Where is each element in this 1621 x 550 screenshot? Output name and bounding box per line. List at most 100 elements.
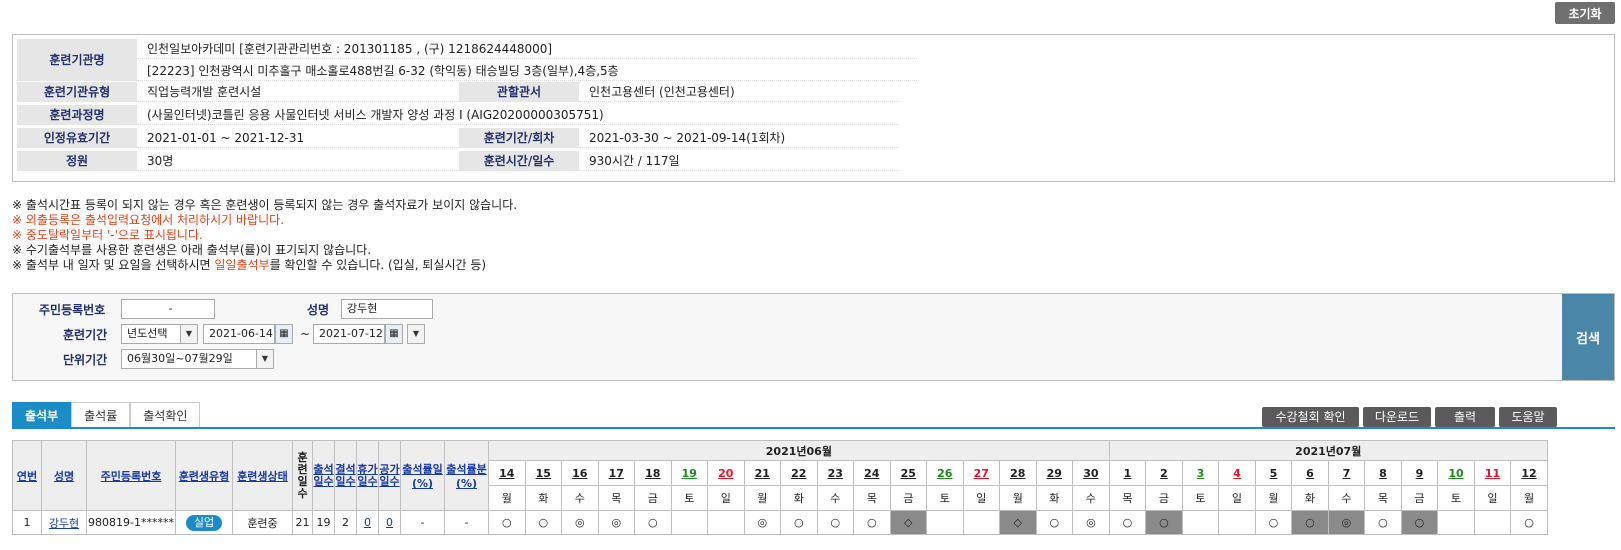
day-header[interactable]: 10	[1437, 460, 1475, 486]
weekday-header[interactable]: 목	[1108, 485, 1147, 511]
tab-attendance[interactable]: 출석부	[12, 402, 72, 428]
name-label: 성명	[307, 303, 330, 317]
col-official[interactable]: 공가일수	[378, 440, 401, 511]
day-header[interactable]: 29	[1035, 460, 1073, 486]
reset-button[interactable]: 초기화	[1555, 2, 1615, 24]
col-attend[interactable]: 출석일수	[312, 440, 335, 511]
weekday-header[interactable]: 수	[561, 485, 599, 511]
day-header[interactable]: 1	[1108, 460, 1147, 486]
rrn-input[interactable]: -	[121, 299, 215, 319]
day-header[interactable]: 16	[561, 460, 599, 486]
day-header[interactable]: 19	[670, 460, 708, 486]
chevron-down-icon[interactable]: ▼	[407, 324, 425, 344]
day-header[interactable]: 14	[488, 460, 526, 486]
day-header[interactable]: 27	[962, 460, 1000, 486]
chevron-down-icon[interactable]: ▼	[180, 324, 198, 344]
weekday-header[interactable]: 금	[1400, 485, 1439, 511]
weekday-header[interactable]: 화	[1035, 485, 1073, 511]
search-panel: 주민등록번호 - 성명 강두현 훈련기간 년도선택 ▼ 2021-06-14 ▦…	[12, 293, 1615, 381]
col-status[interactable]: 훈련생상태	[232, 440, 293, 511]
weekday-header[interactable]: 일	[1473, 485, 1512, 511]
calendar-icon[interactable]: ▦	[275, 324, 293, 344]
cell-official[interactable]: 0	[378, 510, 401, 535]
col-type[interactable]: 훈련생유형	[175, 440, 233, 511]
day-header[interactable]: 7	[1327, 460, 1366, 486]
search-button[interactable]: 검색	[1562, 294, 1614, 380]
day-header[interactable]: 8	[1364, 460, 1402, 486]
day-header[interactable]: 4	[1218, 460, 1256, 486]
download-button[interactable]: 다운로드	[1363, 407, 1431, 427]
weekday-header[interactable]: 일	[962, 485, 1000, 511]
weekday-header[interactable]: 목	[1364, 485, 1402, 511]
day-header[interactable]: 3	[1181, 460, 1220, 486]
weekday-header[interactable]: 월	[999, 485, 1037, 511]
weekday-header[interactable]: 금	[889, 485, 927, 511]
weekday-header[interactable]: 수	[816, 485, 854, 511]
year-select[interactable]: 년도선택	[121, 324, 181, 344]
weekday-header[interactable]: 월	[1510, 485, 1548, 511]
tab-attendance-rate[interactable]: 출석률	[71, 402, 131, 428]
day-header[interactable]: 24	[853, 460, 891, 486]
withdraw-check-button[interactable]: 수강철회 확인	[1262, 407, 1359, 427]
day-header[interactable]: 21	[743, 460, 781, 486]
day-header[interactable]: 23	[816, 460, 854, 486]
attendance-mark: ◇	[904, 516, 913, 529]
day-header[interactable]: 15	[524, 460, 562, 486]
weekday-header[interactable]: 수	[1072, 485, 1110, 511]
start-date-input[interactable]: 2021-06-14	[203, 324, 275, 344]
weekday-header[interactable]: 목	[853, 485, 891, 511]
name-input[interactable]: 강두현	[341, 299, 433, 319]
weekday-header[interactable]: 수	[1327, 485, 1366, 511]
attendance-mark: ○	[1268, 516, 1279, 529]
day-header[interactable]: 18	[634, 460, 672, 486]
cell-name[interactable]: 강두현	[41, 510, 87, 535]
end-date-input[interactable]: 2021-07-12	[313, 324, 385, 344]
day-header[interactable]: 6	[1291, 460, 1329, 486]
day-header[interactable]: 28	[999, 460, 1037, 486]
weekday-header[interactable]: 토	[926, 485, 964, 511]
col-leave[interactable]: 휴가일수	[356, 440, 379, 511]
day-header[interactable]: 11	[1473, 460, 1512, 486]
weekday-header[interactable]: 토	[670, 485, 708, 511]
weekday-header[interactable]: 화	[524, 485, 562, 511]
col-name[interactable]: 성명	[41, 440, 87, 511]
day-header[interactable]: 12	[1510, 460, 1548, 486]
weekday-header[interactable]: 월	[1254, 485, 1293, 511]
day-header[interactable]: 30	[1072, 460, 1110, 486]
day-header[interactable]: 5	[1254, 460, 1293, 486]
day-header[interactable]: 26	[926, 460, 964, 486]
col-rate-day[interactable]: 출석률일(%)	[400, 440, 445, 511]
col-rate-min[interactable]: 출석률분(%)	[444, 440, 489, 511]
valid-period-label: 인정유효기간	[17, 128, 137, 148]
tab-attendance-check[interactable]: 출석확인	[130, 402, 201, 428]
cell-leave[interactable]: 0	[356, 510, 379, 535]
notice-5-post: 를 확인할 수 있습니다. (입실, 퇴실시간 등)	[269, 258, 487, 272]
print-button[interactable]: 출력	[1435, 407, 1495, 427]
day-header[interactable]: 2	[1145, 460, 1183, 486]
day-header[interactable]: 9	[1400, 460, 1439, 486]
day-header[interactable]: 20	[707, 460, 745, 486]
unit-period-select[interactable]: 06월30일~07월29일	[121, 349, 257, 369]
day-header[interactable]: 17	[597, 460, 635, 486]
notice-5-highlight: 일일출석부	[214, 258, 270, 272]
weekday-header[interactable]: 일	[707, 485, 745, 511]
help-button[interactable]: 도움말	[1499, 407, 1557, 427]
weekday-header[interactable]: 목	[597, 485, 635, 511]
weekday-header[interactable]: 화	[1291, 485, 1329, 511]
weekday-header[interactable]: 월	[488, 485, 526, 511]
weekday-header[interactable]: 월	[743, 485, 781, 511]
col-rrn[interactable]: 주민등록번호	[86, 440, 176, 511]
weekday-header[interactable]: 금	[634, 485, 672, 511]
weekday-header[interactable]: 일	[1218, 485, 1256, 511]
calendar-icon[interactable]: ▦	[385, 324, 403, 344]
col-no[interactable]: 연번	[12, 440, 42, 511]
attendance-mark: ○	[866, 516, 877, 529]
weekday-header[interactable]: 금	[1145, 485, 1183, 511]
weekday-header[interactable]: 토	[1181, 485, 1220, 511]
weekday-header[interactable]: 토	[1437, 485, 1475, 511]
day-header[interactable]: 25	[889, 460, 927, 486]
col-absent[interactable]: 결석일수	[334, 440, 357, 511]
chevron-down-icon[interactable]: ▼	[256, 349, 274, 369]
weekday-header[interactable]: 화	[780, 485, 818, 511]
day-header[interactable]: 22	[780, 460, 818, 486]
